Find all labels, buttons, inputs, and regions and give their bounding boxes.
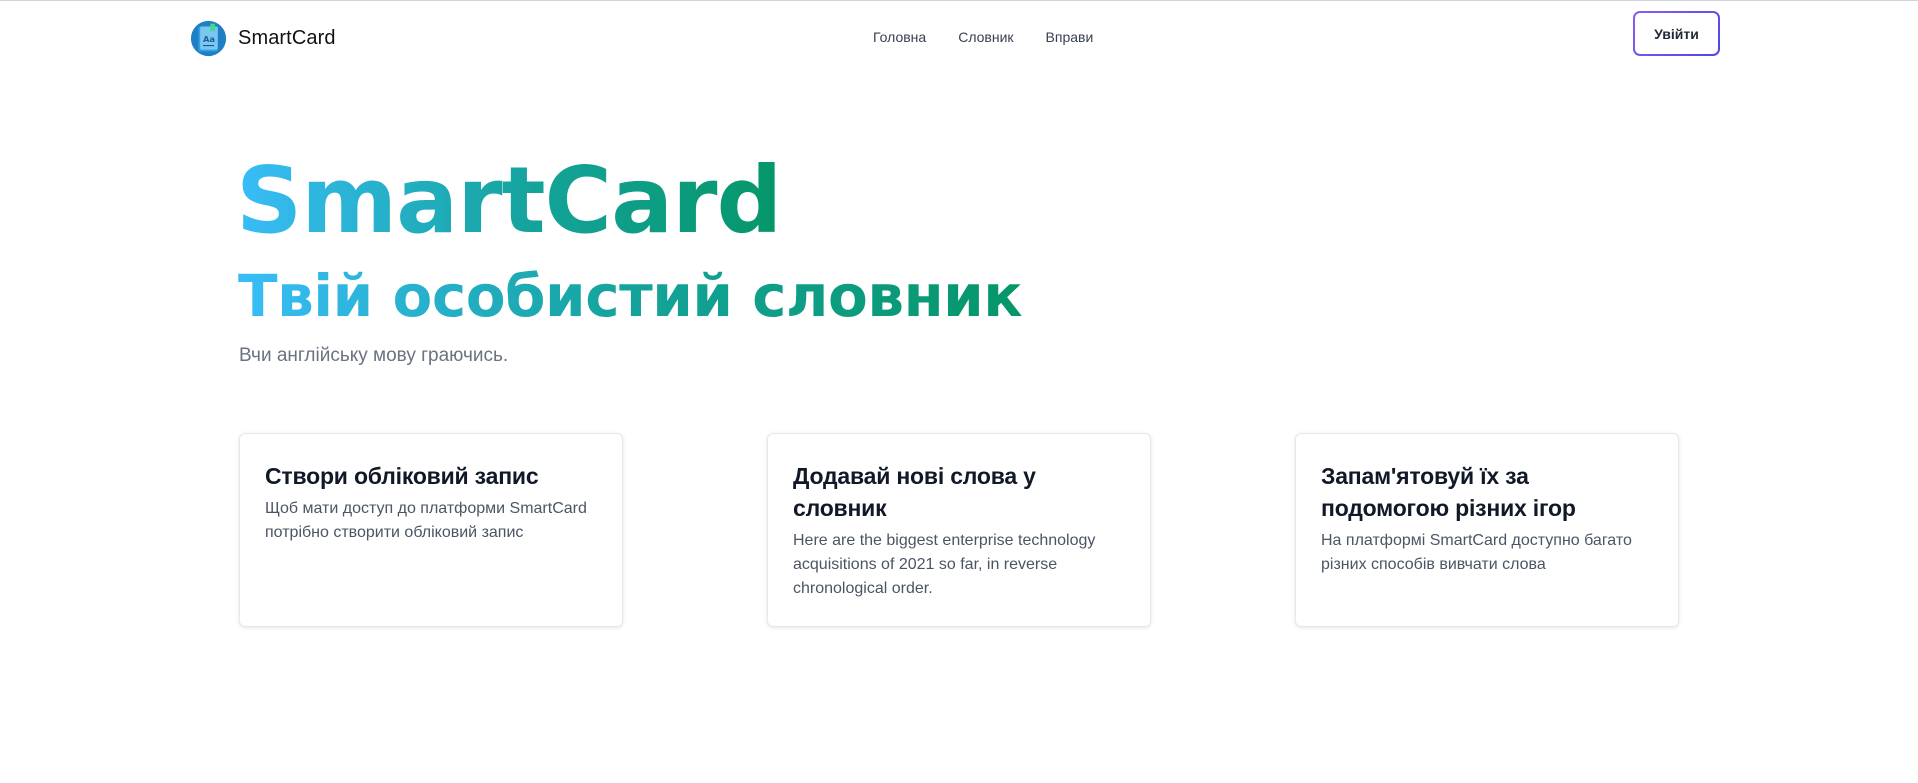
card-text: На платформі SmartCard доступно багато р… — [1321, 532, 1632, 573]
nav-link-dictionary[interactable]: Словник — [958, 29, 1013, 45]
main-nav: Головна Словник Вправи — [873, 29, 1093, 45]
brand-link[interactable]: Aa SmartCard — [190, 18, 336, 58]
brand-name: SmartCard — [238, 26, 336, 49]
nav-link-exercises[interactable]: Вправи — [1046, 29, 1094, 45]
feature-card-create-account: Створи обліковий запис Щоб мати доступ д… — [239, 433, 623, 627]
navbar: Aa SmartCard Головна Словник Вправи Увій… — [0, 1, 1918, 73]
feature-card-add-words: Додавай нові слова у словник Here are th… — [767, 433, 1151, 627]
hero-tagline: Вчи англійську мову граючись. — [239, 345, 509, 366]
hero-subtitle: Твій особистий словник — [238, 262, 1023, 330]
card-text: Here are the biggest enterprise technolo… — [793, 532, 1096, 597]
card-title: Додавай нові слова у словник — [793, 463, 1036, 521]
login-button-border: Увійти — [1633, 11, 1720, 56]
dictionary-book-icon: Aa — [190, 20, 227, 56]
nav-link-home[interactable]: Головна — [873, 29, 926, 45]
card-title: Запам'ятовуй їх за подомогою різних ігор — [1321, 463, 1576, 521]
svg-text:Aa: Aa — [203, 34, 215, 44]
card-text: Щоб мати доступ до платформи SmartCard п… — [265, 500, 587, 541]
login-button[interactable]: Увійти — [1635, 13, 1718, 54]
feature-card-memorize-games: Запам'ятовуй їх за подомогою різних ігор… — [1295, 433, 1679, 627]
card-title: Створи обліковий запис — [265, 463, 539, 489]
hero-title: SmartCard — [236, 147, 782, 254]
